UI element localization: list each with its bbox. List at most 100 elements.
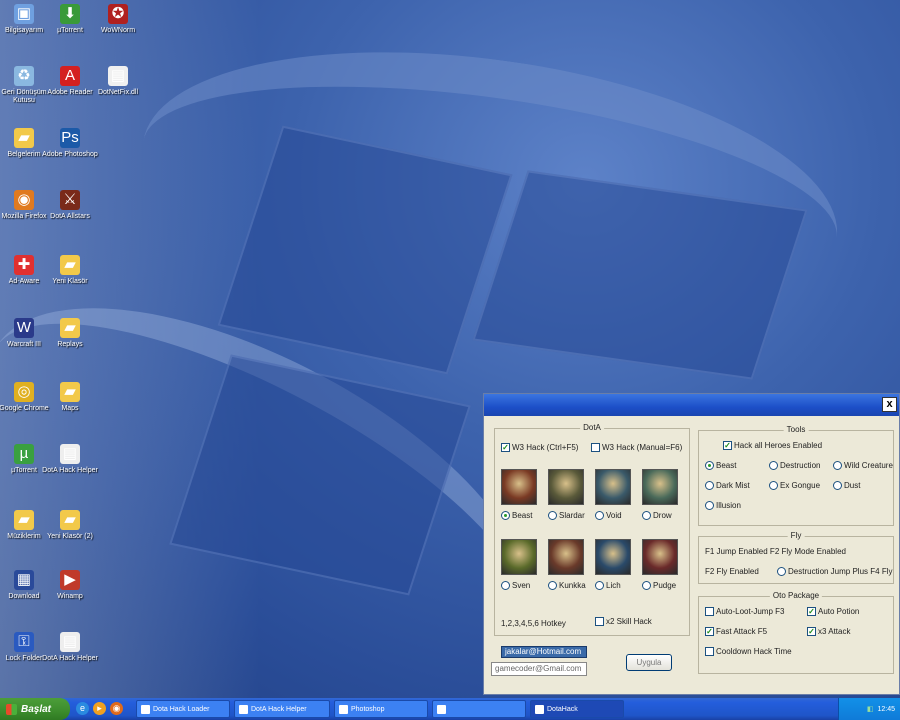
utorrent-icon: µ (14, 444, 34, 464)
hero-name: Drow (653, 511, 672, 520)
destruction-jump-radio[interactable]: Destruction Jump Plus F4 Fly (777, 567, 892, 576)
tool-radio[interactable]: Dust (833, 481, 860, 490)
tool-radio[interactable]: Ex Gongue (769, 481, 820, 490)
taskbar-button[interactable] (432, 700, 526, 718)
auto-package-checkbox[interactable]: Auto-Loot-Jump F3 (705, 607, 784, 616)
apply-button[interactable]: Uygula (626, 654, 672, 671)
hero-radio[interactable]: Slardar (548, 511, 585, 520)
taskbar-button[interactable]: Photoshop (334, 700, 428, 718)
hero-portrait[interactable] (501, 469, 537, 505)
auto-package-checkbox[interactable]: ✓ Auto Potion (807, 607, 859, 616)
hero-portrait[interactable] (548, 469, 584, 505)
radio-icon (777, 567, 786, 576)
fly-row-2: F2 Fly Enabled (705, 567, 759, 576)
desktop-icon-label: Maps (61, 405, 79, 412)
desktop-icon[interactable]: ▰ Replays (42, 318, 98, 349)
tool-radio[interactable]: Dark Mist (705, 481, 750, 490)
tools-group-title: Tools (783, 425, 809, 434)
start-button[interactable]: Başlat (0, 698, 70, 720)
auto-package-label: Cooldown Hack Time (716, 647, 792, 656)
fly-group-title: Fly (787, 531, 805, 540)
auto-package-checkbox[interactable]: ✓ Fast Attack F5 (705, 627, 767, 636)
desktop-icon-label: Yeni Klasör (52, 278, 88, 285)
firefox-icon: ◉ (14, 190, 34, 210)
desktop-icon[interactable]: ▰ Yeni Klasör (2) (42, 510, 98, 541)
desktop-icon[interactable]: Ps Adobe Photoshop (42, 128, 98, 159)
tool-radio[interactable]: Beast (705, 461, 736, 470)
hero-radio[interactable]: Sven (501, 581, 530, 590)
radio-icon (642, 581, 651, 590)
hero-radio[interactable]: Void (595, 511, 622, 520)
desktop-icon-label: DotNetFix.dll (97, 89, 139, 96)
hero-portrait[interactable] (501, 539, 537, 575)
desktop-icon[interactable]: ▤ DotA Hack Helper (42, 444, 98, 475)
taskbar-button-label: DotA Hack Helper (251, 705, 307, 713)
media-player-icon[interactable]: ▸ (93, 702, 106, 715)
hero-radio[interactable]: Pudge (642, 581, 676, 590)
hotmail-contact[interactable]: jakalar@Hotmail.com (501, 646, 587, 658)
auto-package-checkbox[interactable]: Cooldown Hack Time (705, 647, 792, 656)
hero-portrait[interactable] (595, 539, 631, 575)
shield-icon: ✚ (14, 255, 34, 275)
photoshop-icon (339, 704, 348, 714)
desktop-icon[interactable]: ▤ DotA Hack Helper (42, 632, 98, 663)
taskbar-button[interactable]: Dota Hack Loader (136, 700, 230, 718)
hero-name: Pudge (653, 581, 677, 590)
clock[interactable]: 12:45 (877, 706, 895, 713)
hero-name: Beast (512, 511, 533, 520)
w3-hack-checkbox[interactable]: ✓ W3 Hack (Ctrl+F5) (501, 443, 578, 452)
hero-portrait[interactable] (642, 539, 678, 575)
tool-radio[interactable]: Illusion (705, 501, 741, 510)
chrome-icon: ◎ (14, 382, 34, 402)
radio-icon (642, 511, 651, 520)
desktop-icon[interactable]: ✪ WoWNorm (90, 4, 146, 35)
checkbox-icon (705, 647, 714, 656)
file-icon: ▤ (60, 632, 80, 652)
tool-radio-label: Dust (844, 481, 861, 490)
auto-package-group: Oto Package Auto-Loot-Jump F3 ✓ Auto Potio… (698, 591, 894, 674)
desktop-icon[interactable]: ▤ DotNetFix.dll (90, 66, 146, 97)
auto-package-label: x3 Attack (818, 627, 851, 636)
desktop-icon[interactable]: ▶ Winamp (42, 570, 98, 601)
hero-portrait[interactable] (595, 469, 631, 505)
network-icon[interactable]: ◧ (867, 705, 874, 713)
desktop-icon[interactable]: ⚔ DotA Allstars (42, 190, 98, 221)
hero-portrait[interactable] (642, 469, 678, 505)
tool-radio[interactable]: Destruction (769, 461, 820, 470)
ie-icon[interactable]: e (76, 702, 89, 715)
gmail-contact[interactable]: gamecoder@Gmail.com (491, 662, 587, 676)
tool-radio[interactable]: Wild Creature (833, 461, 893, 470)
checkbox-icon: ✓ (501, 443, 510, 452)
desktop-icon-label: DotA Allstars (50, 213, 90, 220)
folder-icon: ▰ (60, 255, 80, 275)
hero-radio[interactable]: Lich (595, 581, 621, 590)
hero-portrait[interactable] (548, 539, 584, 575)
tool-radio-label: Beast (716, 461, 737, 470)
taskbar-button-label: DotaHack (547, 705, 578, 713)
skill-hack-checkbox[interactable]: x2 Skill Hack (595, 617, 652, 626)
folder-icon: ▰ (14, 510, 34, 530)
auto-package-checkbox[interactable]: ✓ x3 Attack (807, 627, 850, 636)
taskbar-button-label: Dota Hack Loader (153, 705, 210, 713)
window-titlebar[interactable]: x (484, 394, 899, 416)
hero-radio[interactable]: Drow (642, 511, 672, 520)
taskbar-button[interactable]: DotA Hack Helper (234, 700, 330, 718)
hero-radio[interactable]: Kunkka (548, 581, 586, 590)
hero-radio[interactable]: Beast (501, 511, 532, 520)
pdf-icon: A (60, 66, 80, 86)
checkbox-icon: ✓ (705, 627, 714, 636)
radio-icon (501, 581, 510, 590)
w3-hack-manual-checkbox[interactable]: W3 Hack (Manual=F6) (591, 443, 682, 452)
folder-icon: ▰ (60, 318, 80, 338)
hack-all-heroes-checkbox[interactable]: ✓ Hack all Heroes Enabled (723, 441, 822, 450)
close-button[interactable]: x (882, 397, 897, 412)
warcraft-icon: W (14, 318, 34, 338)
desktop-icon[interactable]: ▰ Maps (42, 382, 98, 413)
desktop-icon[interactable]: ▰ Yeni Klasör (42, 255, 98, 286)
taskbar-button[interactable]: DotaHack (530, 700, 624, 718)
desktop-icon-label: DotA Hack Helper (42, 655, 98, 662)
checkbox-icon: ✓ (807, 627, 816, 636)
firefox-icon[interactable]: ◉ (110, 702, 123, 715)
firefox-icon (141, 704, 150, 714)
folder-icon: ▰ (14, 128, 34, 148)
